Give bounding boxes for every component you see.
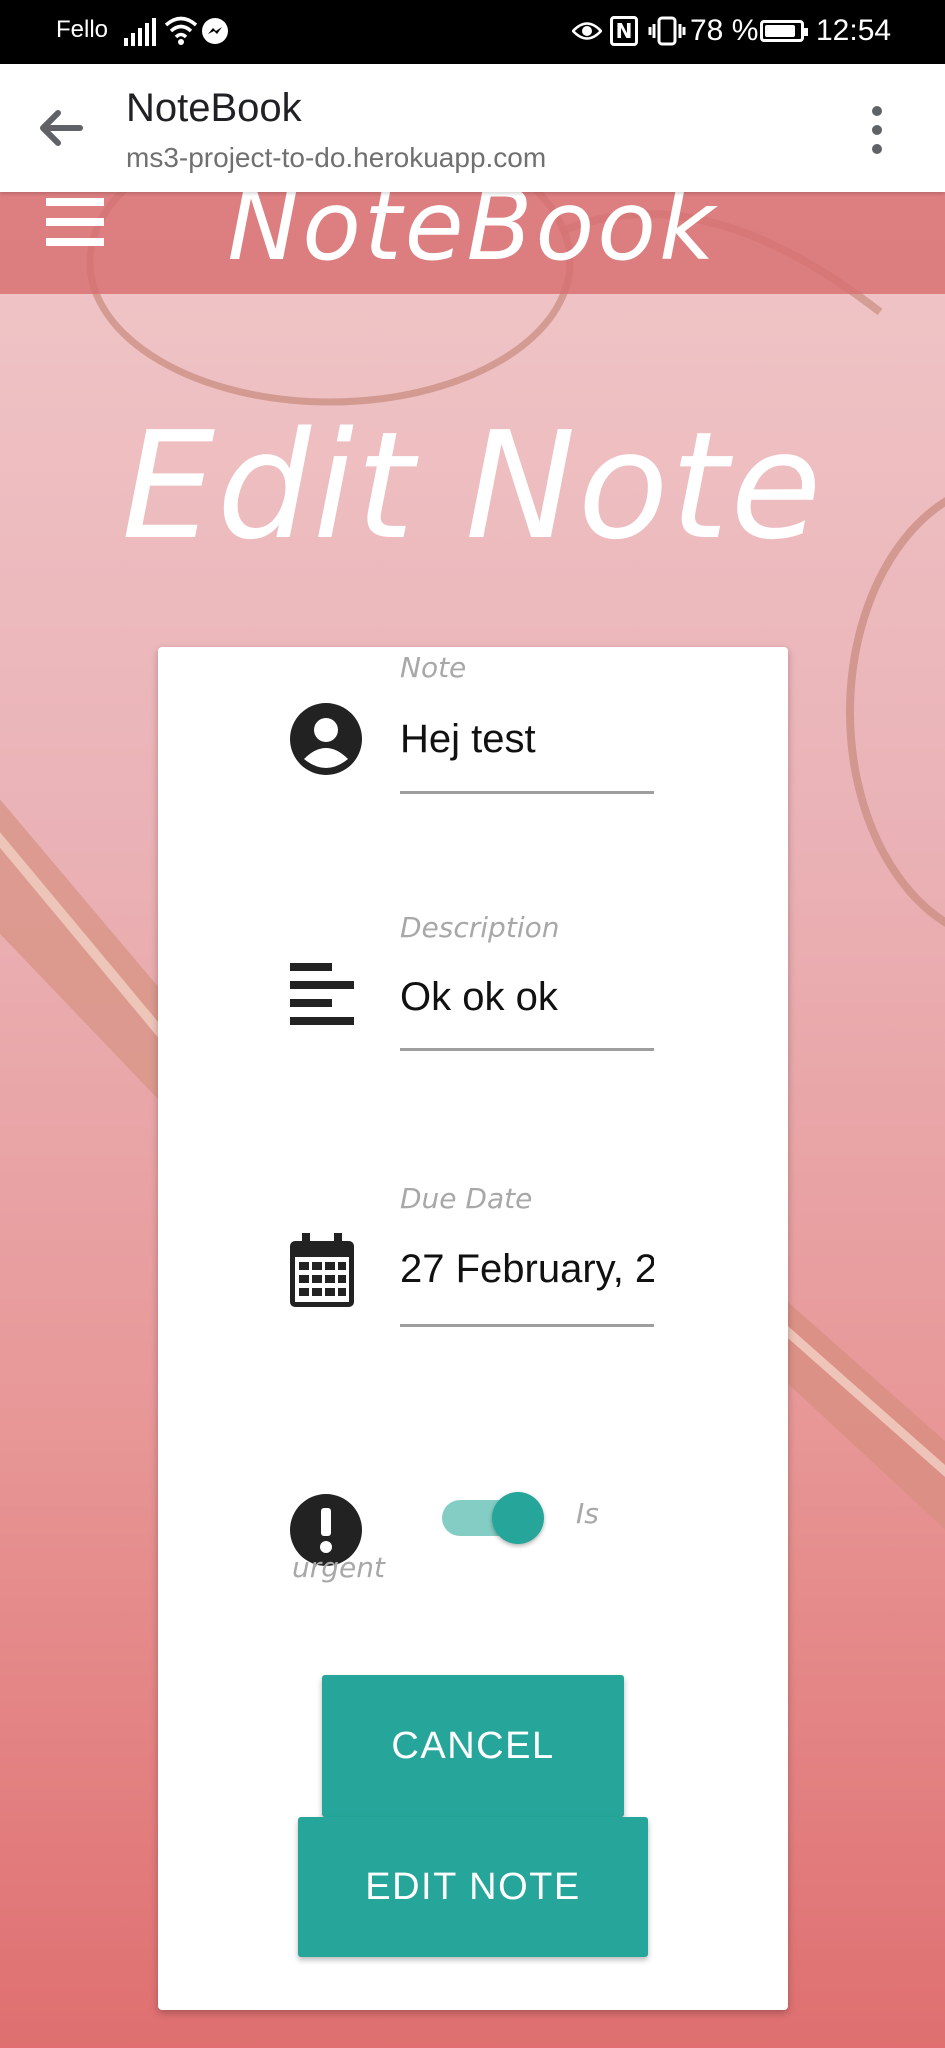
vibrate-icon	[648, 16, 686, 46]
note-label: Note	[400, 651, 467, 684]
site-navbar: NoteBook	[0, 192, 945, 294]
browser-toolbar: NoteBook ms3-project-to-do.herokuapp.com	[0, 64, 945, 192]
wifi-icon	[164, 16, 198, 45]
due-date-label: Due Date	[400, 1182, 533, 1215]
battery-icon	[760, 20, 808, 42]
signal-icon	[124, 18, 156, 46]
description-input[interactable]: Ok ok ok	[400, 975, 654, 1020]
nfc-icon: N	[610, 16, 638, 46]
browser-url: ms3-project-to-do.herokuapp.com	[126, 142, 547, 173]
status-time: 12:54	[816, 14, 892, 47]
back-arrow-icon[interactable]	[34, 102, 86, 154]
description-lines-icon	[290, 963, 354, 1025]
note-input[interactable]: Hej test	[400, 717, 654, 762]
edit-note-form: Note Hej test Description Ok ok ok Due D…	[158, 647, 788, 2010]
description-underline	[400, 1048, 654, 1051]
due-date-underline	[400, 1324, 654, 1327]
cancel-button[interactable]: CANCEL	[322, 1675, 624, 1817]
site-brand[interactable]: NoteBook	[0, 192, 945, 282]
description-label: Description	[400, 911, 560, 944]
status-bar: Fello N 78 % 12:54	[0, 0, 945, 64]
more-options-icon[interactable]	[860, 106, 894, 154]
account-circle-icon	[290, 703, 362, 775]
battery-percent: 78 %	[690, 14, 759, 47]
urgent-label: Is urgent	[292, 1497, 599, 1584]
edit-note-button[interactable]: EDIT NOTE	[298, 1817, 648, 1957]
eye-icon	[572, 22, 602, 40]
urgent-toggle-knob	[492, 1492, 544, 1544]
browser-title: NoteBook	[126, 86, 302, 130]
calendar-icon	[290, 1233, 354, 1307]
due-date-input[interactable]: 27 February, 2	[400, 1247, 654, 1292]
note-underline	[400, 791, 654, 794]
page-title: Edit Note	[121, 400, 824, 572]
messenger-icon	[202, 18, 228, 44]
carrier-name: Fello	[56, 16, 109, 43]
